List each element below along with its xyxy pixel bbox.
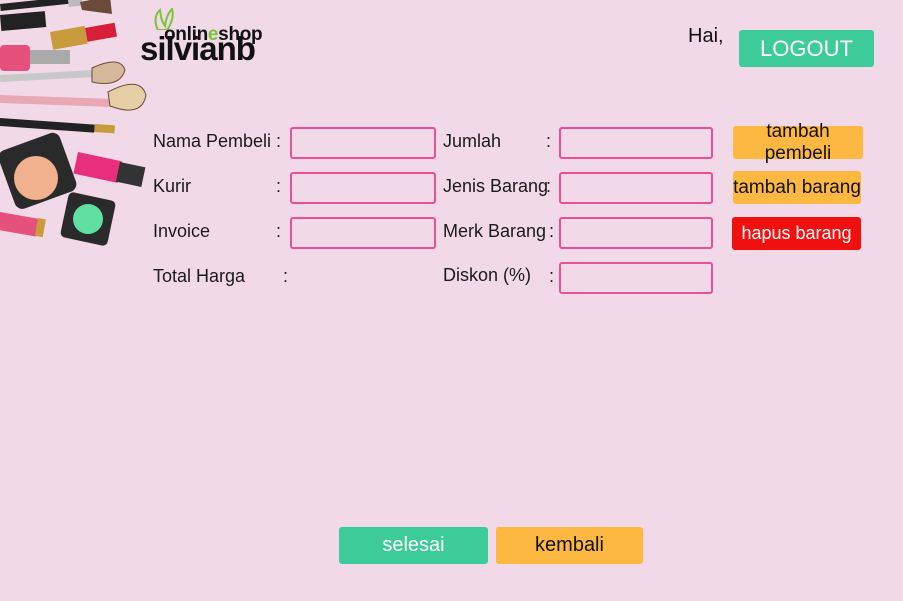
lipstick-icon (73, 152, 146, 187)
merk-barang-colon: : (549, 221, 555, 241)
brand-logo: onlineshop silvianb (140, 8, 290, 68)
total-harga-label: Total Harga (153, 266, 246, 286)
nail-polish-icon (0, 45, 70, 71)
diskon-colon: : (549, 266, 555, 286)
diskon-label: Diskon (%) (443, 265, 532, 285)
jumlah-label: Jumlah (443, 131, 502, 151)
greeting-text: Hai, (688, 25, 724, 47)
tambah-barang-button[interactable]: tambah barang (733, 171, 861, 204)
compact-powder-icon (0, 132, 77, 209)
jenis-barang-input[interactable] (559, 172, 713, 204)
logout-button[interactable]: LOGOUT (739, 30, 874, 67)
eyeshadow-icon (60, 192, 116, 246)
kurir-label: Kurir (153, 176, 192, 196)
jenis-barang-colon: : (546, 176, 552, 196)
diskon-input[interactable] (559, 262, 713, 294)
merk-barang-input[interactable] (559, 217, 713, 249)
total-harga-colon: : (283, 266, 289, 286)
makeup-brush-icon (0, 0, 112, 14)
eyeliner-icon (0, 118, 115, 134)
merk-barang-label: Merk Barang (443, 221, 547, 241)
jumlah-colon: : (546, 131, 552, 151)
cosmetics-decoration (0, 0, 147, 246)
nama-pembeli-colon: : (276, 131, 282, 151)
jumlah-input[interactable] (559, 127, 713, 159)
hapus-barang-button[interactable]: hapus barang (732, 217, 861, 250)
lipstick-icon (0, 11, 117, 50)
kurir-input[interactable] (290, 172, 436, 204)
tambah-pembeli-button[interactable]: tambah pembeli (733, 121, 863, 164)
nama-pembeli-label: Nama Pembeli (153, 131, 272, 151)
invoice-label: Invoice (153, 221, 211, 241)
brand-name: silvianb (140, 30, 256, 67)
invoice-colon: : (276, 221, 282, 241)
lipstick-icon (0, 212, 46, 238)
nama-pembeli-input[interactable] (290, 127, 436, 159)
selesai-button[interactable]: selesai (339, 527, 488, 564)
invoice-input[interactable] (290, 217, 436, 249)
transaction-page: onlineshop silvianb Hai, LOGOUT Nama Pem… (0, 0, 903, 601)
jenis-barang-label: Jenis Barang (443, 176, 549, 196)
kembali-button[interactable]: kembali (496, 527, 643, 564)
kurir-colon: : (276, 176, 282, 196)
